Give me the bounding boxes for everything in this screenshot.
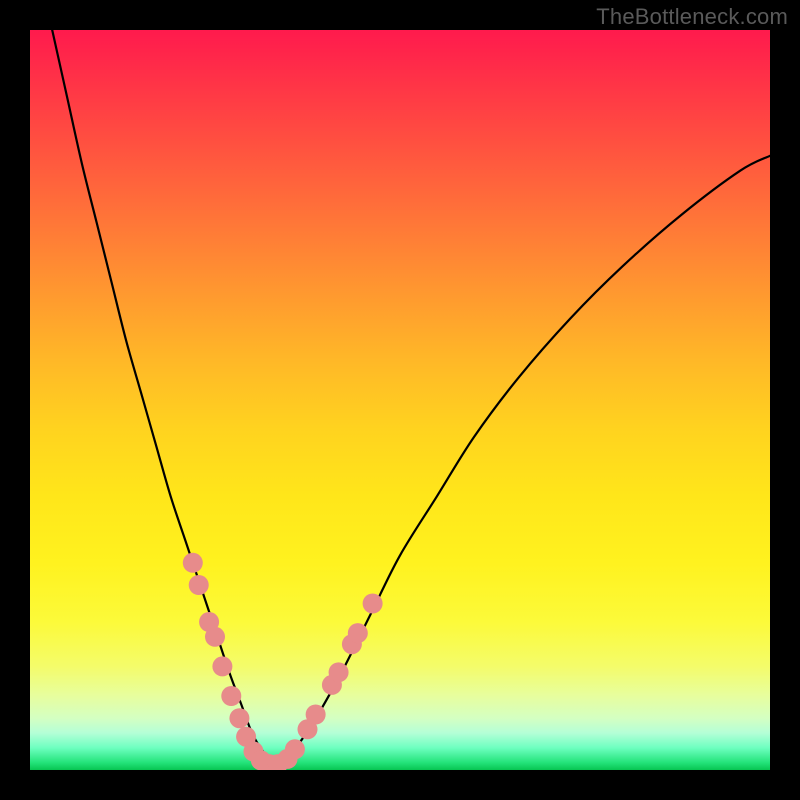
marker-point bbox=[189, 575, 209, 595]
marker-point bbox=[285, 739, 305, 759]
marker-point bbox=[212, 656, 232, 676]
highlighted-points bbox=[183, 553, 383, 770]
marker-point bbox=[329, 662, 349, 682]
marker-point bbox=[306, 705, 326, 725]
chart-frame: TheBottleneck.com bbox=[0, 0, 800, 800]
plot-area bbox=[30, 30, 770, 770]
marker-point bbox=[183, 553, 203, 573]
marker-point bbox=[229, 708, 249, 728]
curve-layer bbox=[30, 30, 770, 770]
marker-point bbox=[221, 686, 241, 706]
marker-point bbox=[363, 594, 383, 614]
marker-point bbox=[348, 623, 368, 643]
watermark-text: TheBottleneck.com bbox=[596, 4, 788, 30]
marker-point bbox=[205, 627, 225, 647]
bottleneck-curve bbox=[52, 30, 770, 763]
